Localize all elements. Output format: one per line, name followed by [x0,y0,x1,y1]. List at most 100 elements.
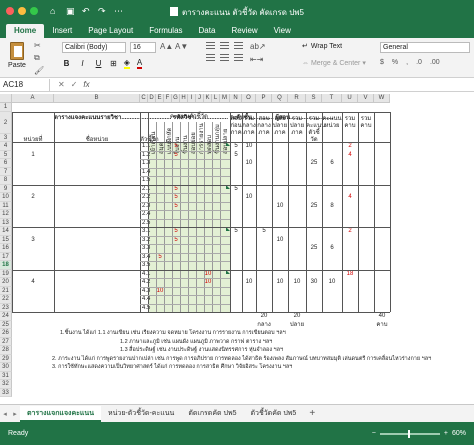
column-header-L[interactable]: L [212,94,220,103]
sheet-tab-grades[interactable]: ตัดเกรดคัด ปพ5 [181,406,243,422]
column-header-B[interactable]: B [54,94,140,103]
column-header-G[interactable]: G [172,94,180,103]
column-header-C[interactable]: C [140,94,148,103]
row-header-23[interactable]: 23 [0,303,12,312]
sheet-tab-scores[interactable]: ตารางแจกแจงคะแนน [20,405,101,422]
merge-center-button[interactable]: ⇔ Merge & Center ▾ [302,59,366,67]
row-header-26[interactable]: 26 [0,329,12,338]
sheet-tab-units[interactable]: หน่วย-ตัวชี้วัด-คะแนน [101,406,181,422]
column-header-D[interactable]: D [148,94,156,103]
column-header-U[interactable]: U [342,94,358,103]
worksheet-grid[interactable]: A B C D E F G H I J K L M N O P Q R S T U V W 1 2 3 4 5 6 7 8 9 10 11 12 13… [0,94,474,404]
tab-formulas[interactable]: Formulas [141,24,190,38]
row-header-32[interactable]: 32 [0,380,12,389]
row-header-30[interactable]: 30 [0,363,12,372]
column-header-I[interactable]: I [188,94,196,103]
column-header-W[interactable]: W [374,94,390,103]
tab-page-layout[interactable]: Page Layout [80,24,141,38]
row-header-6[interactable]: 6 [0,159,12,168]
align-top-icon[interactable] [206,42,215,50]
align-right-icon[interactable] [234,54,243,62]
column-header-R[interactable]: R [288,94,306,103]
row-header-7[interactable]: 7 [0,167,12,176]
row-header-1[interactable]: 1 [0,103,12,112]
column-header-V[interactable]: V [358,94,374,103]
minimize-window-button[interactable] [18,7,26,15]
indent-icon[interactable]: ⇤⇥ [250,55,266,64]
zoom-in-icon[interactable]: + [444,430,448,437]
decrease-decimal-icon[interactable]: .00 [430,59,440,66]
bold-icon[interactable]: B [62,59,71,68]
row-header-4[interactable]: 4 [0,142,12,151]
close-window-button[interactable] [6,7,14,15]
align-center-icon[interactable] [220,54,229,62]
select-all-button[interactable] [0,94,12,103]
sheet-tab-indicators[interactable]: ตัวชี้วัดคัด ปพ5 [243,406,303,422]
zoom-slider[interactable] [379,429,440,438]
row-header-25[interactable]: 25 [0,320,12,329]
home-icon[interactable]: ⌂ [50,6,60,16]
font-name-select[interactable]: Calibri (Body) [62,42,126,53]
wrap-text-button[interactable]: ↵ Wrap Text [302,42,342,51]
row-header-12[interactable]: 12 [0,210,12,219]
row-header-9[interactable]: 9 [0,184,12,193]
column-header-H[interactable]: H [180,94,188,103]
format-painter-icon[interactable]: 🖌 [34,66,44,75]
row-header-17[interactable]: 17 [0,252,12,261]
column-header-N[interactable]: N [230,94,242,103]
align-bottom-icon[interactable] [234,42,243,50]
copy-icon[interactable]: ⧉ [34,53,44,63]
italic-icon[interactable]: I [78,59,87,68]
column-header-P[interactable]: P [256,94,272,103]
row-header-3[interactable]: 3 [0,133,12,142]
add-sheet-icon[interactable]: + [309,408,315,419]
row-header-20[interactable]: 20 [0,278,12,287]
cancel-icon[interactable]: ✕ [58,80,65,89]
tab-insert[interactable]: Insert [44,24,80,38]
row-header-21[interactable]: 21 [0,286,12,295]
row-header-33[interactable]: 33 [0,388,12,397]
align-left-icon[interactable] [206,54,215,62]
row-header-31[interactable]: 31 [0,371,12,380]
more-icon[interactable]: ⋯ [114,6,124,16]
column-header-O[interactable]: O [242,94,256,103]
tab-view[interactable]: View [266,24,299,38]
increase-decimal-icon[interactable]: .0 [416,59,422,66]
row-header-13[interactable]: 13 [0,218,12,227]
redo-icon[interactable]: ↷ [98,6,108,16]
number-format-select[interactable]: General [380,42,470,53]
row-header-2[interactable]: 2 [0,111,12,134]
fill-color-icon[interactable]: ◈ [123,58,130,69]
tab-review[interactable]: Review [223,24,265,38]
next-sheet-icon[interactable]: ▸ [10,410,20,418]
orientation-icon[interactable]: ab↗ [250,42,266,51]
row-header-16[interactable]: 16 [0,244,12,253]
currency-icon[interactable]: $ [380,59,384,66]
tab-home[interactable]: Home [6,24,45,38]
insert-function-button[interactable]: fx [83,80,89,89]
percent-icon[interactable]: % [392,59,398,66]
row-header-29[interactable]: 29 [0,354,12,363]
undo-icon[interactable]: ↶ [82,6,92,16]
enter-icon[interactable]: ✓ [71,80,78,89]
font-color-icon[interactable]: A [136,58,143,69]
column-header-T[interactable]: T [322,94,342,103]
column-header-K[interactable]: K [204,94,212,103]
underline-icon[interactable]: U [94,59,103,68]
paste-button[interactable]: Paste [6,42,28,69]
row-header-10[interactable]: 10 [0,193,12,202]
save-icon[interactable]: ▣ [66,6,76,16]
row-header-22[interactable]: 22 [0,295,12,304]
row-header-5[interactable]: 5 [0,150,12,159]
column-header-Q[interactable]: Q [272,94,288,103]
align-middle-icon[interactable] [220,42,229,50]
tab-data[interactable]: Data [191,24,224,38]
row-header-8[interactable]: 8 [0,176,12,185]
column-header-M[interactable]: M [220,94,230,103]
column-header-E[interactable]: E [156,94,164,103]
row-header-11[interactable]: 11 [0,201,12,210]
name-box[interactable]: AC18 [0,78,50,91]
row-header-19[interactable]: 19 [0,269,12,278]
column-header-F[interactable]: F [164,94,172,103]
cut-icon[interactable]: ✂ [34,41,44,50]
